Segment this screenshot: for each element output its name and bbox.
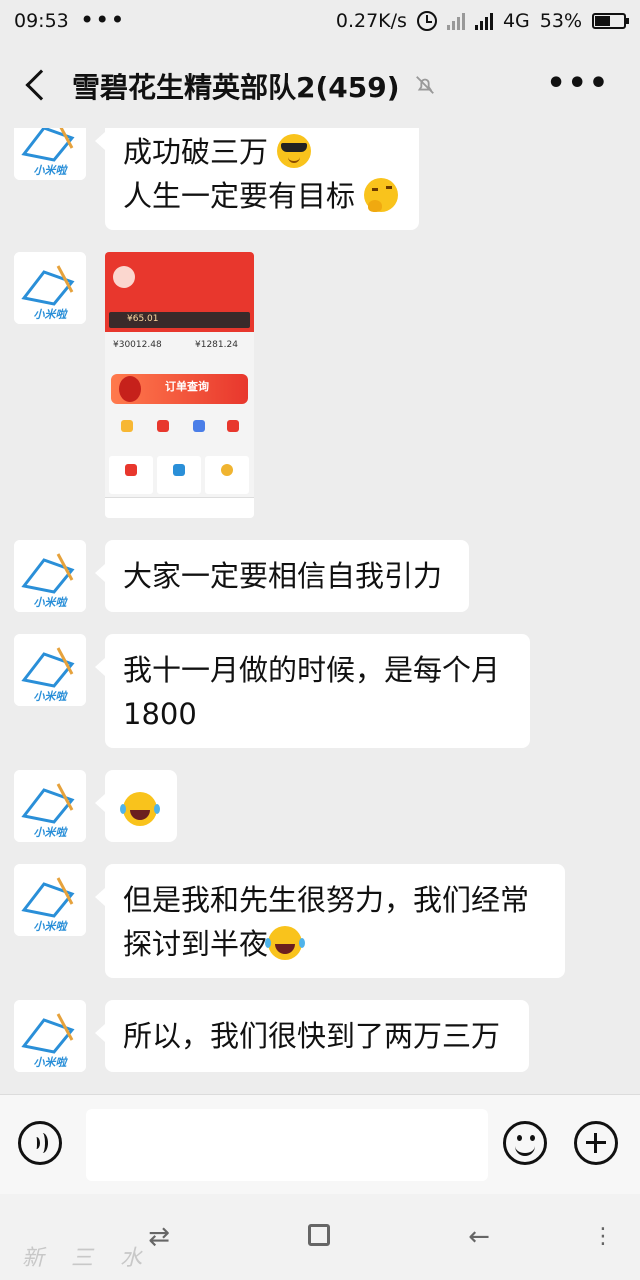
message-bubble[interactable]: 成功破三万 人生一定要有目标	[95, 128, 419, 230]
signal-sim1-icon	[446, 12, 465, 30]
message-line: 所以，我们很快到了两万三万	[123, 1019, 501, 1053]
avatar-logo-icon: 小米啦	[14, 634, 86, 706]
message-line: 成功破三万	[123, 130, 401, 174]
emoji-icon[interactable]	[503, 1121, 547, 1165]
network-speed: 0.27K/s	[335, 10, 407, 32]
avatar-logo-icon: 小米啦	[14, 1000, 86, 1072]
message-line: 但是我和先生很努力，我们经常	[123, 883, 530, 917]
input-bar	[0, 1094, 640, 1195]
mute-bell-icon	[416, 76, 434, 94]
screenshot-mascot	[119, 376, 141, 402]
status-right-group: 0.27K/s 4G 53%	[335, 10, 629, 32]
home-square-icon[interactable]	[308, 1224, 330, 1246]
back-icon[interactable]	[25, 69, 57, 101]
screenshot-icon	[121, 420, 133, 432]
avatar-logo-icon: 小米啦	[14, 252, 86, 324]
message-bubble[interactable]: 大家一定要相信自我引力	[95, 540, 469, 612]
signal-sim2-icon	[474, 12, 493, 30]
voice-icon[interactable]	[18, 1121, 62, 1165]
avatar[interactable]: 小米啦	[14, 634, 86, 706]
status-time: 09:53	[14, 10, 69, 32]
status-more-dots: •••	[80, 6, 126, 34]
screenshot-icon	[227, 420, 239, 432]
screenshot-banner-text: 订单查询	[165, 380, 209, 393]
svg-text:小米啦: 小米啦	[34, 164, 69, 177]
screenshot-amount: ¥1281.24	[195, 340, 238, 350]
avatar-logo-icon: 小米啦	[14, 128, 86, 180]
plus-icon[interactable]	[574, 1121, 618, 1165]
screenshot-icon	[193, 420, 205, 432]
svg-text:小米啦: 小米啦	[34, 690, 69, 703]
svg-text:小米啦: 小米啦	[34, 826, 69, 839]
svg-text:小米啦: 小米啦	[34, 596, 69, 609]
avatar-logo-icon: 小米啦	[14, 864, 86, 936]
avatar-logo-icon: 小米啦	[14, 770, 86, 842]
message-bubble[interactable]: 但是我和先生很努力，我们经常 探讨到半夜	[95, 864, 565, 978]
back-nav-icon[interactable]: ←	[464, 1222, 494, 1252]
chat-title: 雪碧花生精英部队2(459)	[72, 71, 400, 104]
message-line: 我十一月做的时候，是每个月	[123, 653, 501, 687]
laughing-tears-emoji-icon	[120, 792, 157, 826]
avatar[interactable]: 小米啦	[14, 1000, 86, 1072]
network-type: 4G	[502, 10, 530, 32]
screenshot-nav	[105, 497, 254, 518]
message-input[interactable]	[86, 1109, 488, 1181]
svg-text:小米啦: 小米啦	[34, 1056, 69, 1069]
message-bubble[interactable]	[95, 770, 177, 842]
chat-header: 雪碧花生精英部队2(459) •••	[0, 44, 640, 128]
battery-fill	[595, 16, 610, 26]
screenshot-amount: ¥30012.48	[113, 340, 162, 350]
message-bubble[interactable]: 所以，我们很快到了两万三万	[95, 1000, 529, 1072]
screenshot-card	[205, 456, 249, 494]
avatar[interactable]: 小米啦	[14, 770, 86, 842]
status-bar: 09:53 ••• 0.27K/s 4G 53%	[0, 0, 640, 44]
battery-icon	[592, 13, 629, 29]
message-line: 大家一定要相信自我引力	[123, 559, 443, 593]
alarm-icon	[416, 11, 437, 31]
watermark: 新 三 水	[22, 1246, 152, 1271]
message-line: 人生一定要有目标	[123, 174, 401, 218]
thinking-emoji-icon	[364, 178, 399, 212]
sunglasses-emoji-icon	[277, 134, 312, 168]
screenshot-icon	[157, 420, 169, 432]
screenshot-card	[109, 456, 153, 494]
screenshot-card	[157, 456, 201, 494]
avatar[interactable]: 小米啦	[14, 540, 86, 612]
battery-percent: 53%	[539, 10, 582, 32]
screenshot-avatar	[113, 266, 135, 288]
svg-text:小米啦: 小米啦	[34, 920, 69, 933]
laughing-tears-emoji-icon	[265, 926, 303, 960]
avatar[interactable]: 小米啦	[14, 252, 86, 324]
avatar[interactable]: 小米啦	[14, 864, 86, 936]
screenshot-amount: ¥65.01	[127, 314, 159, 324]
svg-text:小米啦: 小米啦	[34, 308, 69, 321]
avatar-logo-icon: 小米啦	[14, 540, 86, 612]
chat-messages[interactable]: 小米啦 成功破三万 人生一定要有目标 小米啦 ¥65.01 ¥30012.48 …	[0, 128, 640, 1094]
avatar[interactable]: 小米啦	[14, 128, 86, 180]
message-line: 探讨到半夜	[123, 922, 547, 966]
message-line: 1800	[123, 697, 197, 731]
more-icon[interactable]: •••	[546, 66, 610, 101]
image-message-screenshot[interactable]: ¥65.01 ¥30012.48 ¥1281.24 订单查询	[105, 252, 254, 518]
menu-nav-icon[interactable]: ⋮	[588, 1222, 618, 1252]
message-bubble[interactable]: 我十一月做的时候，是每个月 1800	[95, 634, 530, 748]
